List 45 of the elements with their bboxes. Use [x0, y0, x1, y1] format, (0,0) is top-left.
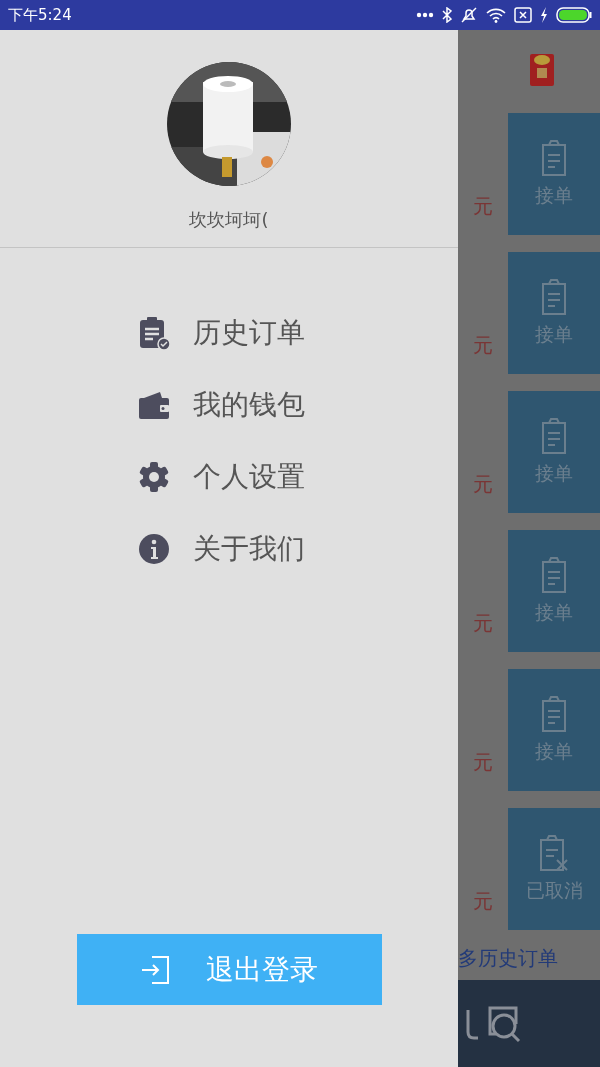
order-action-tile[interactable]: 接单 — [508, 530, 600, 652]
currency-unit: 元 — [472, 749, 493, 776]
currency-unit: 元 — [472, 193, 493, 220]
username: 坎坎坷坷( — [189, 208, 269, 232]
order-action-tile[interactable]: 已取消 — [508, 808, 600, 930]
info-icon — [138, 533, 170, 565]
clipboard-icon — [539, 416, 569, 455]
battery-icon — [556, 7, 592, 23]
tile-label: 已取消 — [525, 877, 583, 903]
charging-bolt-icon — [540, 7, 548, 23]
order-action-tile[interactable]: 接单 — [508, 252, 600, 374]
tile-label: 接单 — [535, 599, 573, 625]
currency-unit: 元 — [472, 610, 493, 637]
order-action-tile[interactable]: 接单 — [508, 669, 600, 791]
more-history-link[interactable]: 多历史订单 — [458, 943, 558, 973]
muted-bell-icon — [460, 6, 478, 24]
wifi-icon — [486, 7, 506, 23]
clipboard-icon — [539, 138, 569, 177]
wallet-icon — [138, 390, 170, 420]
menu-item[interactable]: 关于我们 — [193, 528, 305, 570]
currency-unit: 元 — [472, 471, 493, 498]
logout-button[interactable]: 退出登录 — [76, 934, 382, 1005]
more-dots-icon — [416, 12, 434, 18]
order-action-tile[interactable]: 接单 — [508, 391, 600, 513]
order-action-tile[interactable]: 接单 — [508, 113, 600, 235]
currency-unit: 元 — [472, 332, 493, 359]
clipboard-cross-icon — [537, 833, 571, 872]
clipboard-check-icon — [138, 316, 170, 350]
clock-time: 下午5:24 — [8, 4, 72, 26]
sim-card-icon — [514, 7, 532, 23]
menu-item[interactable]: 我的钱包 — [193, 384, 305, 426]
clipboard-icon — [539, 277, 569, 316]
menu-item[interactable]: 历史订单 — [193, 312, 305, 354]
clipboard-icon — [539, 555, 569, 594]
bluetooth-icon — [442, 7, 452, 23]
clipboard-icon — [539, 694, 569, 733]
menu-item[interactable]: 个人设置 — [193, 456, 305, 498]
tile-label: 接单 — [535, 738, 573, 764]
tile-label: 接单 — [535, 321, 573, 347]
currency-unit: 元 — [472, 888, 493, 915]
logout-icon — [140, 953, 172, 986]
settings-icon — [138, 461, 170, 493]
tile-label: 接单 — [535, 182, 573, 208]
tile-label: 接单 — [535, 460, 573, 486]
envelope-icon — [528, 52, 556, 88]
